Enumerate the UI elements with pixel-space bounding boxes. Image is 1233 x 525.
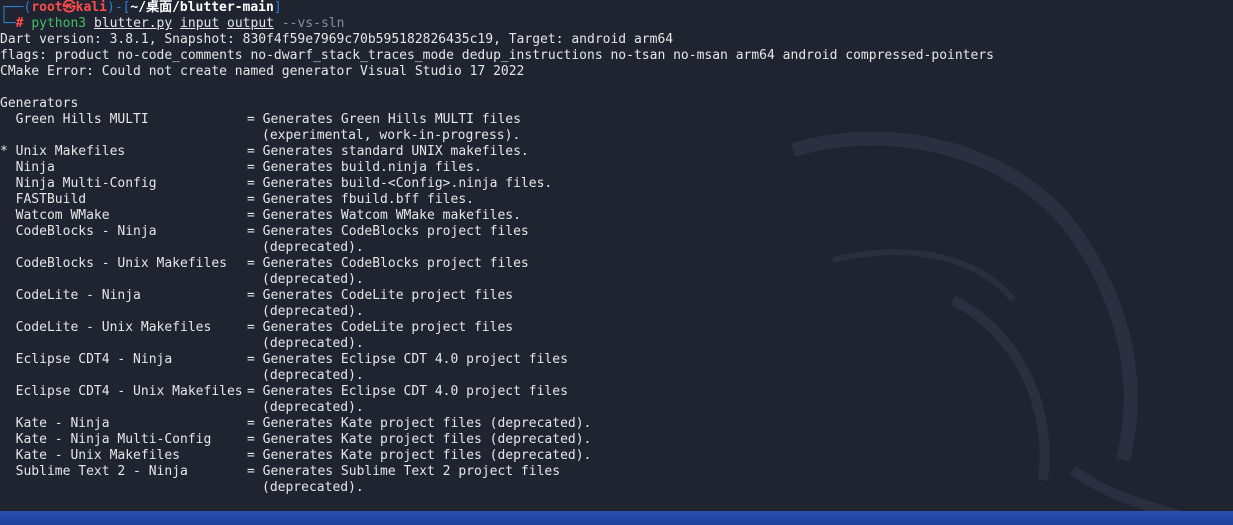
prompt-frame-left: ┌──( xyxy=(0,0,32,15)
generators-heading: Generators xyxy=(0,96,79,111)
generator-description-continued: (deprecated). xyxy=(262,480,364,495)
generator-row: CodeLite - Ninja = Generates CodeLite pro… xyxy=(0,288,1233,304)
generator-row: Kate - Ninja Multi-Config = Generates Kat… xyxy=(0,432,1233,448)
generator-row-continuation: (deprecated). xyxy=(0,240,1233,256)
output-line: flags: product no-code_comments no-dwarf… xyxy=(0,48,994,63)
output-line: CMake Error: Could not create named gene… xyxy=(0,64,525,79)
prompt-line-command: └─# python3 blutter.py input output --vs… xyxy=(0,16,1233,32)
generator-name: Eclipse CDT4 - Unix Makefiles xyxy=(0,384,243,399)
generator-description: = Generates CodeLite project files xyxy=(247,320,514,335)
generator-description: = Generates Kate project files (deprecat… xyxy=(247,432,592,447)
generator-row: Watcom WMake = Generates Watcom WMake mak… xyxy=(0,208,1233,224)
output-line: Dart version: 3.8.1, Snapshot: 830f4f59e… xyxy=(0,32,674,47)
generator-description: = Generates Kate project files (deprecat… xyxy=(247,416,592,431)
generator-description: = Generates Watcom WMake makefiles. xyxy=(247,208,521,223)
generator-description-continued: (deprecated). xyxy=(262,304,364,319)
generator-name: * Unix Makefiles xyxy=(0,144,126,159)
command-arg-input: input xyxy=(180,16,220,31)
generator-name: Green Hills MULTI xyxy=(0,112,149,127)
generator-name: CodeBlocks - Unix Makefiles xyxy=(0,256,227,271)
prompt-path: ~/桌面/blutter-main xyxy=(130,0,274,15)
generator-name: Kate - Ninja xyxy=(0,416,110,431)
generator-description-continued: (deprecated). xyxy=(262,272,364,287)
generator-name: Eclipse CDT4 - Ninja xyxy=(0,352,173,367)
generator-row: Ninja Multi-Config = Generates build-<Con… xyxy=(0,176,1233,192)
generator-row-continuation: (deprecated). xyxy=(0,272,1233,288)
generator-description: = Generates fbuild.bff files. xyxy=(247,192,474,207)
generator-name: Kate - Unix Makefiles xyxy=(0,448,181,463)
generator-row-continuation: (deprecated). xyxy=(0,304,1233,320)
generator-row-continuation: (deprecated). xyxy=(0,336,1233,352)
generator-name: Sublime Text 2 - Ninja xyxy=(0,464,188,479)
generator-description: = Generates Eclipse CDT 4.0 project file… xyxy=(247,352,568,367)
generator-row: Green Hills MULTI = Generates Green Hills… xyxy=(0,112,1233,128)
generator-row: Eclipse CDT4 - Ninja = Generates Eclipse … xyxy=(0,352,1233,368)
prompt-frame-bottom: └─ xyxy=(0,16,16,31)
generator-description: = Generates Kate project files (deprecat… xyxy=(247,448,592,463)
command-arg-output: output xyxy=(227,16,274,31)
generator-description-continued: (deprecated). xyxy=(262,368,364,383)
generator-description-continued: (experimental, work-in-progress). xyxy=(262,128,521,143)
generator-row-continuation: (experimental, work-in-progress). xyxy=(0,128,1233,144)
generator-name: Kate - Ninja Multi-Config xyxy=(0,432,212,447)
generator-row: CodeBlocks - Unix Makefiles = Generates C… xyxy=(0,256,1233,272)
prompt-frame-mid: )-[ xyxy=(106,0,131,15)
generator-row: Ninja = Generates build.ninja files. xyxy=(0,160,1233,176)
generator-row: * Unix Makefiles = Generates standard UNI… xyxy=(0,144,1233,160)
generator-description-continued: (deprecated). xyxy=(262,336,364,351)
prompt-line-top: ┌──(root㉿kali)-[~/桌面/blutter-main] xyxy=(0,0,1233,16)
generator-description: = Generates build.ninja files. xyxy=(247,160,482,175)
generator-row: Kate - Ninja = Generates Kate project fil… xyxy=(0,416,1233,432)
command-flag: --vs-sln xyxy=(281,16,345,31)
prompt-frame-right: ] xyxy=(273,0,282,15)
generator-row-continuation: (deprecated). xyxy=(0,368,1233,384)
generator-name: CodeLite - Unix Makefiles xyxy=(0,320,212,335)
generator-name: FASTBuild xyxy=(0,192,87,207)
prompt-user: root㉿kali xyxy=(31,0,107,15)
generators-list: Green Hills MULTI = Generates Green Hills… xyxy=(0,112,1233,496)
terminal-output: Dart version: 3.8.1, Snapshot: 830f4f59e… xyxy=(0,32,1233,96)
generator-description: = Generates Green Hills MULTI files xyxy=(247,112,521,127)
generator-row: CodeLite - Unix Makefiles = Generates Cod… xyxy=(0,320,1233,336)
generator-name: Ninja xyxy=(0,160,55,175)
generator-row: Sublime Text 2 - Ninja = Generates Sublim… xyxy=(0,464,1233,480)
terminal-window[interactable]: ┌──(root㉿kali)-[~/桌面/blutter-main] └─# p… xyxy=(0,0,1233,511)
generator-description: = Generates CodeLite project files xyxy=(247,288,514,303)
generator-description: = Generates Eclipse CDT 4.0 project file… xyxy=(247,384,568,399)
generator-description: = Generates standard UNIX makefiles. xyxy=(247,144,529,159)
taskbar[interactable] xyxy=(0,511,1233,525)
generator-description: = Generates Sublime Text 2 project files xyxy=(247,464,561,479)
generator-description: = Generates CodeBlocks project files xyxy=(247,224,529,239)
generator-name: Watcom WMake xyxy=(0,208,110,223)
generator-description-continued: (deprecated). xyxy=(262,240,364,255)
generator-row-continuation: (deprecated). xyxy=(0,480,1233,496)
command-name: python3 xyxy=(31,16,87,31)
generator-description: = Generates build-<Config>.ninja files. xyxy=(247,176,553,191)
generator-row: CodeBlocks - Ninja = Generates CodeBlocks… xyxy=(0,224,1233,240)
generator-name: Ninja Multi-Config xyxy=(0,176,157,191)
generator-row: FASTBuild = Generates fbuild.bff files. xyxy=(0,192,1233,208)
generator-row: Kate - Unix Makefiles = Generates Kate pr… xyxy=(0,448,1233,464)
generator-description-continued: (deprecated). xyxy=(262,400,364,415)
generator-row-continuation: (deprecated). xyxy=(0,400,1233,416)
generator-row: Eclipse CDT4 - Unix Makefiles = Generates… xyxy=(0,384,1233,400)
prompt-hash: # xyxy=(15,16,24,31)
command-arg-script: blutter.py xyxy=(93,16,173,31)
generator-name: CodeBlocks - Ninja xyxy=(0,224,157,239)
generator-description: = Generates CodeBlocks project files xyxy=(247,256,529,271)
generator-name: CodeLite - Ninja xyxy=(0,288,141,303)
